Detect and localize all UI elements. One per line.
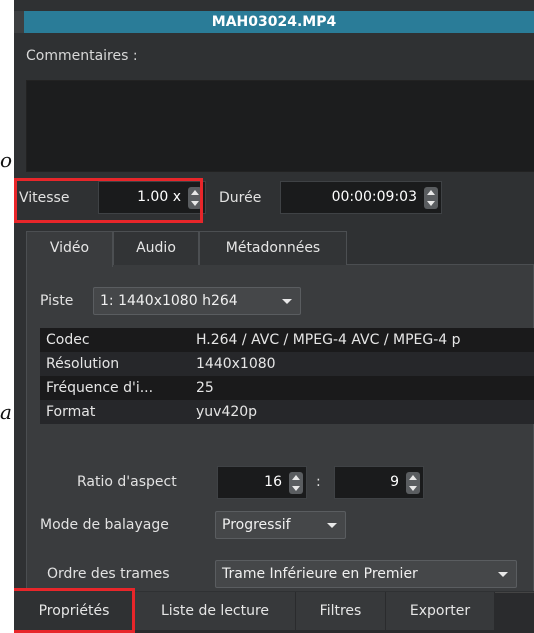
field-order-label: Ordre des trames	[47, 566, 170, 582]
property-key: Résolution	[46, 356, 120, 372]
aspect-denominator-spinbox[interactable]: 9	[334, 466, 424, 499]
properties-panel: MAH03024.MP4 Commentaires : Vitesse 1.00…	[14, 0, 534, 633]
aspect-numerator-spinbox[interactable]: 16	[217, 466, 307, 499]
track-selected-value: 1: 1440x1080 h264	[100, 293, 238, 309]
property-key: Codec	[46, 332, 90, 348]
aspect-separator: :	[316, 474, 321, 490]
tab-filters[interactable]: Filtres	[296, 592, 386, 630]
property-key: Fréquence d'i...	[46, 380, 154, 396]
table-row: Codec H.264 / AVC / MPEG-4 AVC / MPEG-4 …	[40, 328, 534, 352]
track-label: Piste	[40, 293, 74, 309]
edge-glyph-a: a	[0, 400, 12, 424]
duration-stepper-icon[interactable]	[424, 187, 438, 209]
scan-mode-selected-value: Progressif	[222, 517, 291, 533]
duration-spinbox[interactable]: 00:00:09:03	[280, 181, 442, 214]
duration-value: 00:00:09:03	[331, 189, 417, 205]
title-left-stripe	[14, 11, 24, 33]
table-row: Fréquence d'i... 25	[40, 376, 534, 400]
properties-table: Codec H.264 / AVC / MPEG-4 AVC / MPEG-4 …	[40, 328, 534, 424]
chevron-down-icon	[282, 299, 292, 304]
tab-video[interactable]: Vidéo	[26, 231, 113, 267]
tab-playlist[interactable]: Liste de lecture	[135, 592, 296, 630]
property-value: H.264 / AVC / MPEG-4 AVC / MPEG-4 p	[196, 332, 461, 348]
edge-glyph-o: o	[0, 148, 13, 172]
aspect-denominator-value: 9	[390, 474, 399, 490]
property-value: yuv420p	[196, 404, 258, 420]
speed-highlight-box	[14, 178, 203, 223]
track-select[interactable]: 1: 1440x1080 h264	[93, 287, 301, 315]
file-title: MAH03024.MP4	[14, 11, 534, 33]
field-order-select[interactable]: Trame Inférieure en Premier	[215, 560, 517, 588]
field-order-selected-value: Trame Inférieure en Premier	[222, 566, 418, 582]
tab-audio[interactable]: Audio	[113, 231, 199, 265]
scan-mode-label: Mode de balayage	[40, 517, 169, 533]
chevron-down-icon	[498, 572, 508, 577]
duration-label: Durée	[219, 190, 262, 206]
aspect-numerator-value: 16	[264, 474, 282, 490]
aspect-numerator-stepper-icon[interactable]	[289, 472, 303, 494]
property-value: 1440x1080	[196, 356, 276, 372]
table-row: Format yuv420p	[40, 400, 534, 424]
comments-textarea[interactable]	[26, 80, 534, 172]
aspect-denominator-stepper-icon[interactable]	[406, 472, 420, 494]
chevron-down-icon	[327, 523, 337, 528]
tab-export[interactable]: Exporter	[386, 592, 495, 630]
aspect-ratio-label: Ratio d'aspect	[77, 474, 177, 490]
table-row: Résolution 1440x1080	[40, 352, 534, 376]
comments-label: Commentaires :	[26, 48, 138, 64]
property-value: 25	[196, 380, 214, 396]
property-key: Format	[46, 404, 96, 420]
scan-mode-select[interactable]: Progressif	[215, 511, 346, 539]
tab-metadata[interactable]: Métadonnées	[199, 231, 347, 265]
properties-tab-highlight-box	[14, 588, 135, 633]
